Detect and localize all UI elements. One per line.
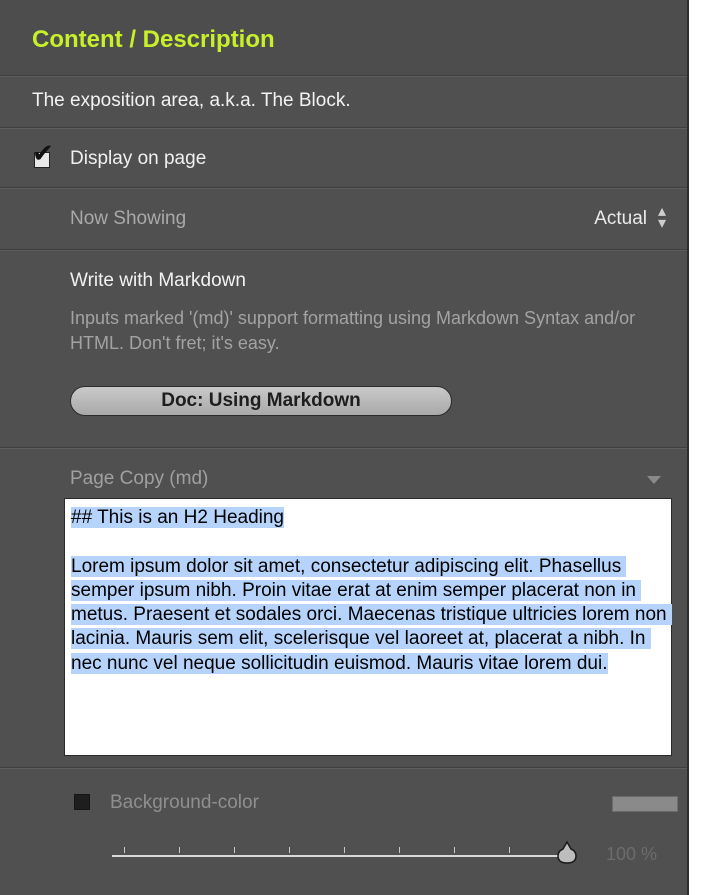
slider-thumb-icon[interactable]: [554, 841, 580, 865]
updown-arrows-icon[interactable]: ▴ ▾: [655, 204, 669, 232]
markdown-help-text: Inputs marked '(md)' support formatting …: [70, 308, 636, 353]
panel-description-row: The exposition area, a.k.a. The Block.: [0, 76, 687, 129]
background-color-checkbox[interactable]: [74, 794, 90, 810]
opacity-slider-track[interactable]: [112, 855, 568, 857]
page-copy-section: Page Copy (md) ## This is an H2 Heading …: [0, 448, 687, 769]
content-description-panel: Content / Description The exposition are…: [0, 0, 689, 895]
background-color-section: Background-color 100 %: [0, 768, 687, 895]
window-edge: [689, 0, 701, 895]
panel-description: The exposition area, a.k.a. The Block.: [32, 90, 351, 111]
page-copy-label: Page Copy (md): [70, 468, 209, 489]
now-showing-select[interactable]: Actual: [594, 208, 647, 230]
slider-tick: [234, 847, 235, 853]
slider-tick: [179, 847, 180, 853]
slider-tick: [454, 847, 455, 853]
display-on-page-row[interactable]: ✔ Display on page: [0, 128, 687, 189]
checkmark-icon: ✔: [32, 138, 54, 168]
background-color-swatch[interactable]: [612, 796, 678, 812]
slider-tick: [344, 847, 345, 853]
doc-using-markdown-button[interactable]: Doc: Using Markdown: [70, 386, 452, 416]
slider-tick: [289, 847, 290, 853]
panel-title: Content / Description: [32, 26, 275, 53]
now-showing-label: Now Showing: [70, 208, 187, 229]
slider-tick: [509, 847, 510, 853]
panel-header[interactable]: Content / Description: [0, 0, 687, 77]
page-copy-textarea[interactable]: ## This is an H2 Heading Lorem ipsum dol…: [64, 498, 672, 756]
slider-tick: [124, 847, 125, 853]
slider-tick: [399, 847, 400, 853]
now-showing-row: Now Showing Actual ▴ ▾: [0, 188, 687, 251]
markdown-heading: Write with Markdown: [70, 270, 246, 291]
opacity-value: 100 %: [606, 844, 658, 864]
triangle-down-icon[interactable]: [647, 476, 661, 484]
background-color-label[interactable]: Background-color: [110, 792, 259, 814]
markdown-section: Write with Markdown Inputs marked '(md)'…: [0, 250, 687, 449]
display-on-page-label[interactable]: Display on page: [70, 148, 206, 170]
page-copy-text[interactable]: ## This is an H2 Heading Lorem ipsum dol…: [71, 507, 672, 674]
